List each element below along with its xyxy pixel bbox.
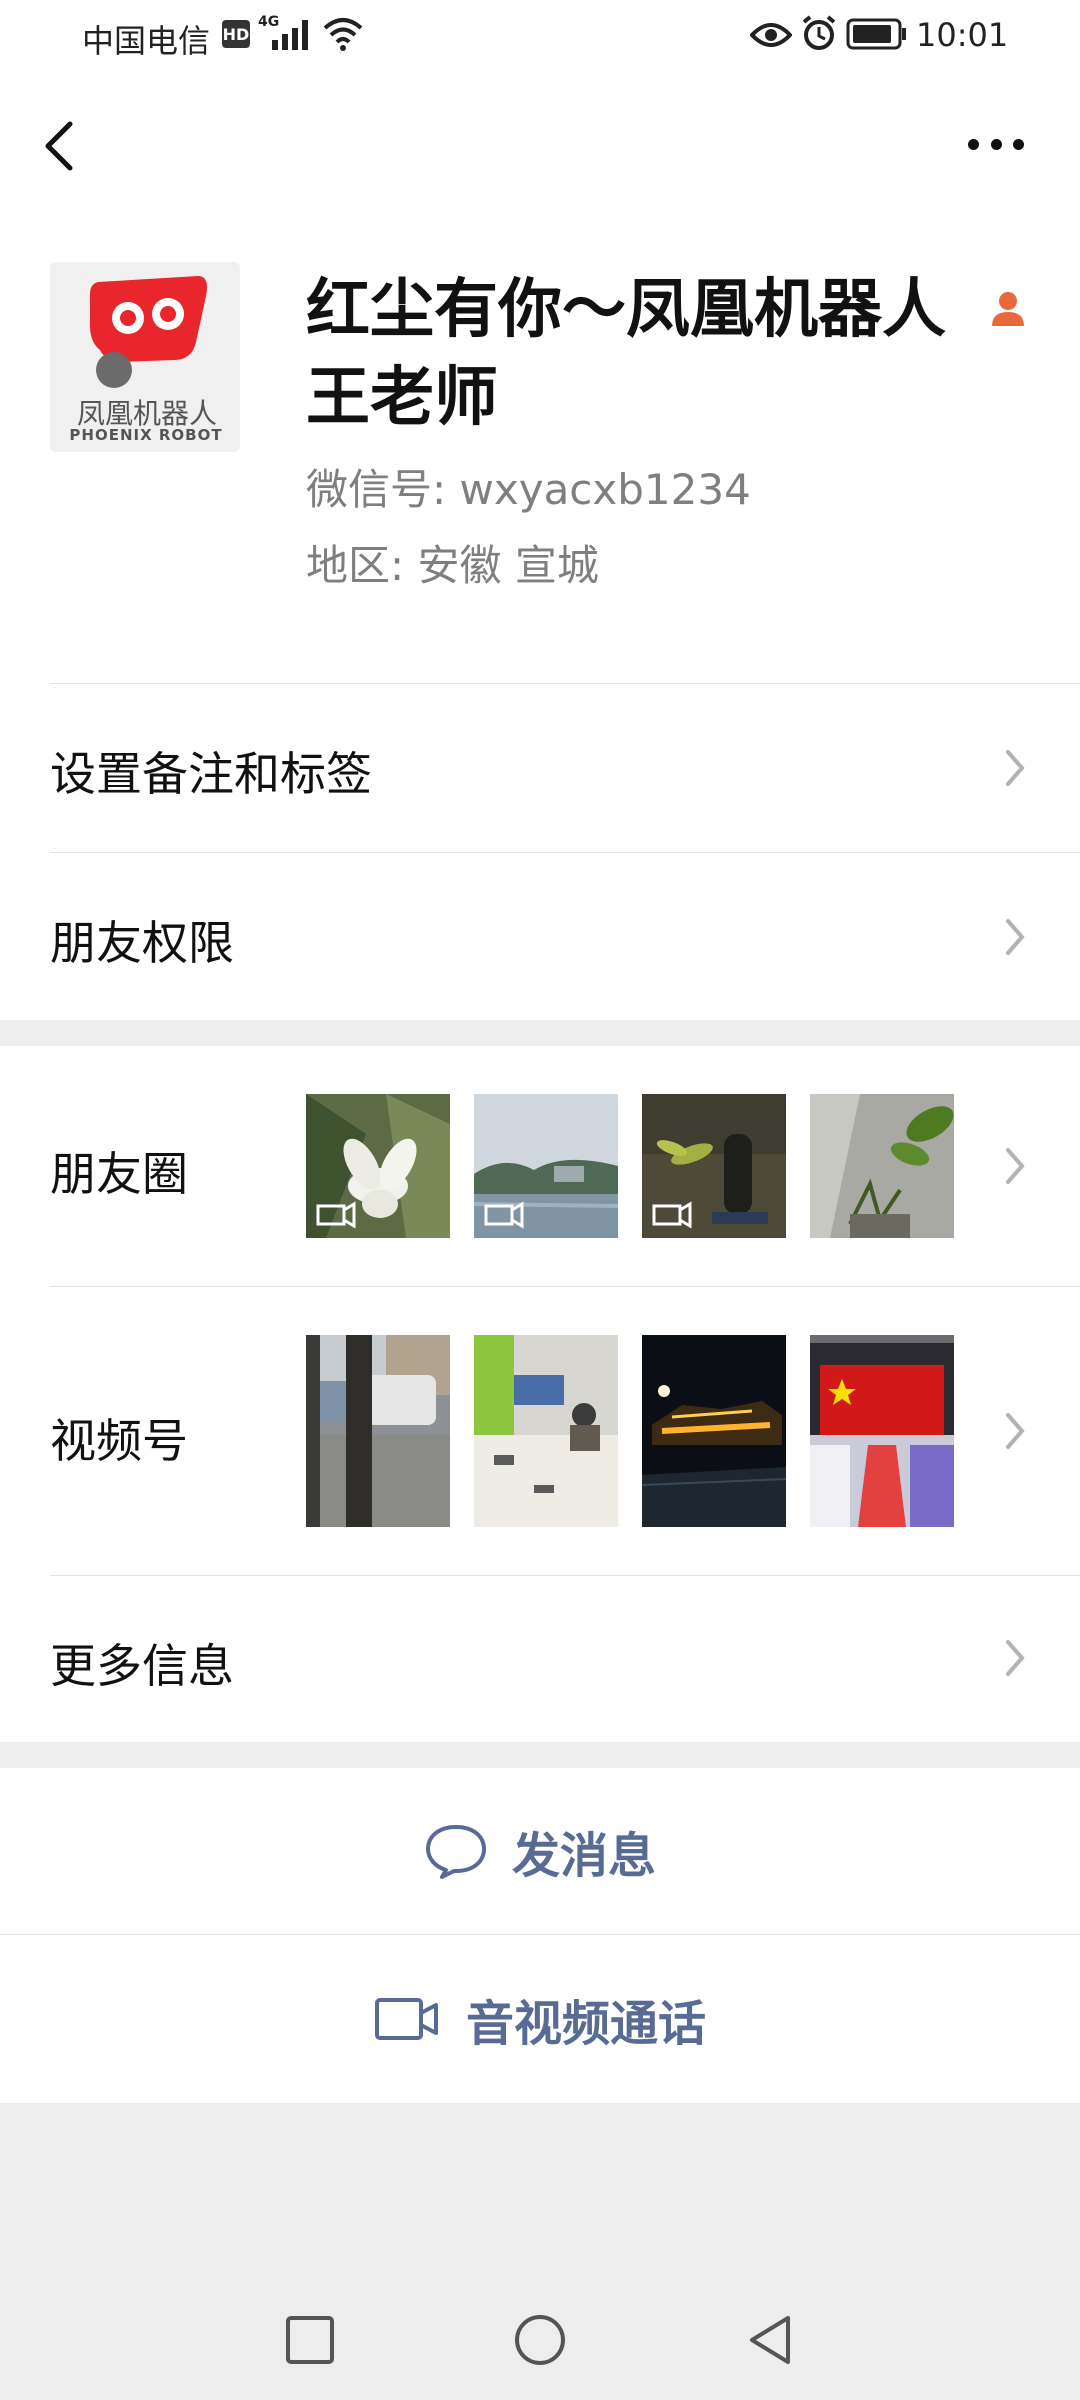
channels-video-1 [306,1335,450,1527]
chevron-right-icon [1006,1640,1025,1676]
more-dot [990,138,1002,150]
chevron-right-icon [1006,1413,1025,1449]
contact-name: 红尘有你～凤凰机器人王老师 [306,273,946,435]
hd-badge: HD [222,20,250,48]
send-message-button[interactable]: 发消息 [0,1768,1080,1934]
recent-apps-button[interactable] [280,2310,340,2370]
moments-photo-1 [306,1094,450,1238]
avatar[interactable]: 凤凰机器人 PHOENIX ROBOT [50,262,240,452]
video-call-label: 音视频通话 [465,1996,706,2052]
wifi-icon [323,18,363,51]
alarm-icon [802,15,836,50]
wechat-id: 微信号: wxyacxb1234 [306,465,751,514]
person-icon [992,292,1024,326]
remarks-label: 设置备注和标签 [50,747,372,801]
more-info-label: 更多信息 [50,1639,234,1693]
remarks-row[interactable]: 设置备注和标签 [0,684,1080,852]
clock: 10:01 [916,16,1009,54]
permissions-row[interactable]: 朋友权限 [0,853,1080,1020]
chevron-right-icon [1006,919,1025,955]
carrier-label: 中国电信 [82,22,211,60]
region: 地区: 安徽 宣城 [306,541,599,590]
chevron-right-icon [1006,1148,1025,1184]
back-button[interactable] [36,110,84,180]
channels-video-3 [642,1335,786,1527]
battery-icon [846,18,906,50]
moments-photo-4 [810,1094,954,1238]
permissions-label: 朋友权限 [50,916,234,970]
video-camera-icon [374,1998,438,2040]
avatar-text-en: PHOENIX ROBOT [69,426,223,444]
more-dot [1013,138,1024,150]
channels-video-2 [474,1335,618,1527]
chevron-right-icon [1006,750,1025,786]
moments-photo-3 [642,1094,786,1238]
channels-row[interactable]: 视频号 [0,1287,1080,1575]
video-call-button[interactable]: 音视频通话 [0,1935,1080,2103]
more-button[interactable] [960,118,1032,170]
more-dots-icon [968,138,979,150]
screen: 中国电信 HD 4G 10:01 凤凰机器人 PHOENIX ROBOT 红尘有… [0,0,1080,2400]
home-button[interactable] [510,2310,570,2370]
channels-video-4 [810,1335,954,1527]
channels-label: 视频号 [50,1414,188,1468]
moments-photo-2 [474,1094,618,1238]
send-message-label: 发消息 [511,1828,656,1884]
moments-label: 朋友圈 [50,1147,188,1201]
signal-icon [272,20,308,50]
chevron-left-icon [45,121,73,171]
eye-icon [750,23,792,47]
more-info-row[interactable]: 更多信息 [0,1576,1080,1742]
system-back-button[interactable] [740,2310,800,2370]
chat-bubble-icon [425,1825,486,1879]
moments-row[interactable]: 朋友圈 [0,1046,1080,1286]
